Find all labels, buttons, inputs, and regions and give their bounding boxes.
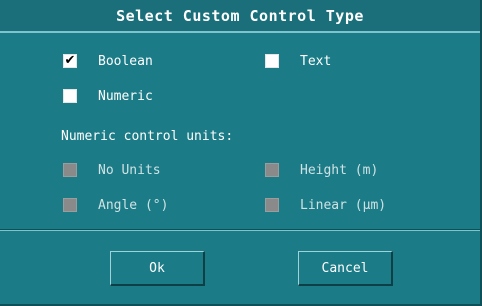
custom-control-type-dialog: Select Custom Control Type ✔ Boolean Tex… [0,0,482,306]
text-label: Text [300,53,332,69]
cancel-button[interactable]: Cancel [298,251,393,286]
height-label: Height (m) [300,162,379,178]
dialog-title: Select Custom Control Type [0,0,480,33]
numeric-checkbox[interactable] [63,89,77,103]
no-units-checkbox [63,163,77,177]
units-heading: Numeric control units: [61,129,234,144]
linear-checkbox [265,198,279,212]
boolean-checkbox[interactable]: ✔ [63,54,77,68]
boolean-label: Boolean [98,53,153,69]
ok-button[interactable]: Ok [110,251,205,286]
height-option: Height (m) [265,160,378,180]
angle-checkbox [63,198,77,212]
angle-option: Angle (°) [63,195,168,215]
numeric-option[interactable]: Numeric [63,86,153,106]
text-option[interactable]: Text [265,51,331,71]
boolean-option[interactable]: ✔ Boolean [63,51,153,71]
linear-label: Linear (µm) [300,197,387,213]
no-units-label: No Units [98,162,161,178]
angle-label: Angle (°) [98,197,169,213]
no-units-option: No Units [63,160,161,180]
numeric-label: Numeric [98,88,153,104]
linear-option: Linear (µm) [265,195,386,215]
text-checkbox[interactable] [265,54,279,68]
height-checkbox [265,163,279,177]
button-separator [0,229,480,231]
